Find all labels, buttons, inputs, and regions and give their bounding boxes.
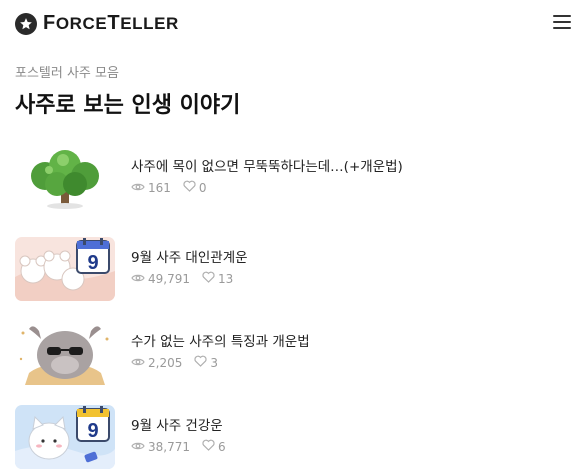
eye-icon: [131, 272, 145, 286]
post-thumbnail: 9: [15, 405, 115, 469]
logo-wordmark: FORCETELLER: [43, 12, 179, 34]
heart-icon: [183, 180, 196, 195]
post-title: 사주에 목이 없으면 무뚝뚝하다는데…(+개운법): [131, 159, 403, 175]
post-thumbnail: [15, 146, 115, 210]
post-title: 9월 사주 대인관계운: [131, 250, 248, 266]
view-count: 49,791: [148, 271, 190, 286]
star-icon: [15, 12, 37, 35]
list-item[interactable]: 수가 없는 사주의 특징과 개운법 2,205 3: [15, 321, 575, 385]
heart-icon: [194, 355, 207, 370]
post-stats: 2,205 3: [131, 355, 230, 370]
post-stats: 161 0: [131, 180, 219, 195]
like-count: 3: [210, 355, 218, 370]
eye-icon: [131, 181, 145, 195]
app-header: FORCETELLER: [0, 0, 581, 48]
post-title: 9월 사주 건강운: [131, 418, 223, 434]
view-count: 161: [148, 180, 171, 195]
page-title: 사주로 보는 인생 이야기: [15, 93, 241, 118]
post-thumbnail: [15, 321, 115, 385]
svg-text:9: 9: [87, 420, 98, 442]
svg-text:9: 9: [87, 252, 98, 274]
breadcrumb: 포스텔러 사주 모음: [15, 66, 119, 81]
hamburger-icon[interactable]: [553, 15, 571, 31]
post-stats: 38,771 6: [131, 439, 238, 454]
heart-icon: [202, 439, 215, 454]
like-count: 13: [218, 271, 234, 286]
forceteller-logo[interactable]: FORCETELLER: [15, 12, 179, 35]
like-count: 6: [218, 439, 226, 454]
like-count: 0: [198, 180, 207, 195]
view-count: 2,205: [148, 355, 183, 370]
list-item[interactable]: 사주에 목이 없으면 무뚝뚝하다는데…(+개운법) 161 0: [15, 146, 575, 210]
eye-icon: [131, 440, 145, 454]
heart-icon: [202, 271, 215, 286]
eye-icon: [131, 356, 145, 370]
view-count: 38,771: [148, 439, 190, 454]
post-thumbnail: 9: [15, 237, 115, 301]
list-item[interactable]: 9 9월 사주 대인관계운 49,791 13: [15, 237, 575, 301]
list-item[interactable]: 9 9월 사주 건강운 38,771 6: [15, 405, 575, 469]
post-title: 수가 없는 사주의 특징과 개운법: [131, 334, 310, 350]
post-stats: 49,791 13: [131, 271, 245, 286]
